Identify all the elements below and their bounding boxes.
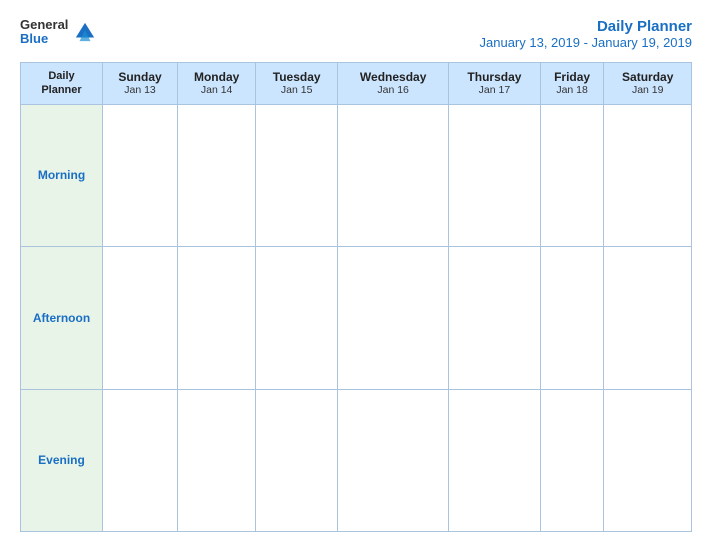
- thursday-date: Jan 17: [451, 84, 538, 96]
- wednesday-date: Jan 16: [340, 84, 446, 96]
- evening-monday[interactable]: [178, 389, 256, 531]
- sunday-date: Jan 13: [105, 84, 175, 96]
- header-label-cell: DailyPlanner: [21, 63, 103, 105]
- afternoon-label: Afternoon: [21, 247, 103, 389]
- evening-label: Evening: [21, 389, 103, 531]
- morning-thursday[interactable]: [449, 104, 541, 246]
- morning-sunday[interactable]: [103, 104, 178, 246]
- logo-blue: Blue: [20, 32, 68, 46]
- wednesday-name: Wednesday: [340, 70, 446, 84]
- afternoon-friday[interactable]: [540, 247, 604, 389]
- morning-saturday[interactable]: [604, 104, 692, 246]
- evening-friday[interactable]: [540, 389, 604, 531]
- logo-general: General: [20, 18, 68, 32]
- afternoon-saturday[interactable]: [604, 247, 692, 389]
- evening-wednesday[interactable]: [338, 389, 449, 531]
- header-tuesday: Tuesday Jan 15: [256, 63, 338, 105]
- morning-wednesday[interactable]: [338, 104, 449, 246]
- logo-area: General Blue: [20, 18, 96, 47]
- afternoon-tuesday[interactable]: [256, 247, 338, 389]
- header-saturday: Saturday Jan 19: [604, 63, 692, 105]
- friday-date: Jan 18: [543, 84, 602, 96]
- header-friday: Friday Jan 18: [540, 63, 604, 105]
- evening-tuesday[interactable]: [256, 389, 338, 531]
- logo-icon: [74, 21, 96, 43]
- evening-thursday[interactable]: [449, 389, 541, 531]
- calendar-title: Daily Planner: [480, 18, 692, 35]
- saturday-date: Jan 19: [606, 84, 689, 96]
- tuesday-name: Tuesday: [258, 70, 335, 84]
- calendar-header-row: DailyPlanner Sunday Jan 13 Monday Jan 14…: [21, 63, 692, 105]
- afternoon-monday[interactable]: [178, 247, 256, 389]
- saturday-name: Saturday: [606, 70, 689, 84]
- friday-name: Friday: [543, 70, 602, 84]
- evening-row: Evening: [21, 389, 692, 531]
- afternoon-row: Afternoon: [21, 247, 692, 389]
- tuesday-date: Jan 15: [258, 84, 335, 96]
- morning-tuesday[interactable]: [256, 104, 338, 246]
- monday-name: Monday: [180, 70, 253, 84]
- evening-saturday[interactable]: [604, 389, 692, 531]
- morning-label: Morning: [21, 104, 103, 246]
- header-sunday: Sunday Jan 13: [103, 63, 178, 105]
- afternoon-sunday[interactable]: [103, 247, 178, 389]
- header-monday: Monday Jan 14: [178, 63, 256, 105]
- calendar-subtitle: January 13, 2019 - January 19, 2019: [480, 35, 692, 50]
- title-area: Daily Planner January 13, 2019 - January…: [480, 18, 692, 50]
- logo-text: General Blue: [20, 18, 68, 47]
- monday-date: Jan 14: [180, 84, 253, 96]
- afternoon-thursday[interactable]: [449, 247, 541, 389]
- afternoon-wednesday[interactable]: [338, 247, 449, 389]
- page-header: General Blue Daily Planner January 13, 2…: [20, 18, 692, 50]
- evening-sunday[interactable]: [103, 389, 178, 531]
- morning-monday[interactable]: [178, 104, 256, 246]
- morning-row: Morning: [21, 104, 692, 246]
- thursday-name: Thursday: [451, 70, 538, 84]
- header-wednesday: Wednesday Jan 16: [338, 63, 449, 105]
- morning-friday[interactable]: [540, 104, 604, 246]
- sunday-name: Sunday: [105, 70, 175, 84]
- header-thursday: Thursday Jan 17: [449, 63, 541, 105]
- calendar-table: DailyPlanner Sunday Jan 13 Monday Jan 14…: [20, 62, 692, 532]
